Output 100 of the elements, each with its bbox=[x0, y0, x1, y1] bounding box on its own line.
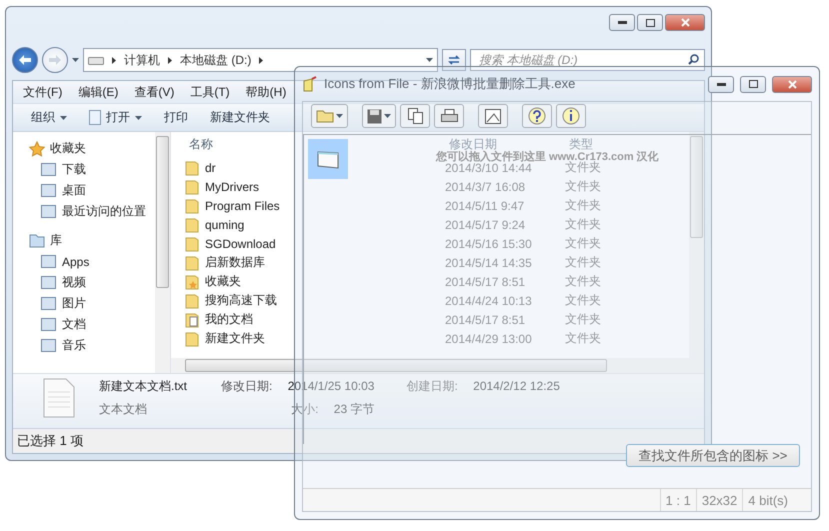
image-button[interactable] bbox=[478, 104, 508, 128]
info-icon bbox=[562, 107, 580, 125]
menu-item[interactable]: 文件(F) bbox=[17, 84, 68, 100]
minimize-button[interactable] bbox=[708, 76, 734, 92]
scrollbar[interactable] bbox=[155, 132, 170, 373]
printer-icon bbox=[440, 109, 458, 123]
nav-group[interactable]: 收藏夹 bbox=[29, 138, 86, 159]
item-icon bbox=[41, 184, 56, 197]
find-icons-button[interactable]: 查找文件所包含的图标 >> bbox=[626, 444, 800, 467]
item-icon bbox=[41, 205, 56, 218]
nav-item[interactable]: Apps bbox=[29, 251, 90, 272]
menu-item[interactable]: 查看(V) bbox=[128, 84, 180, 100]
forward-button[interactable] bbox=[42, 47, 68, 73]
file-name[interactable]: MyDrivers bbox=[185, 177, 259, 196]
file-name[interactable]: quming bbox=[185, 215, 244, 234]
maximize-icon bbox=[748, 80, 758, 88]
close-button[interactable] bbox=[665, 14, 705, 31]
toolbar-button[interactable]: 打印 bbox=[160, 107, 192, 128]
nav-group[interactable]: 库 bbox=[29, 230, 62, 251]
save-button[interactable] bbox=[362, 104, 396, 128]
nav-item[interactable]: 图片 bbox=[29, 293, 86, 314]
status-cell: 1 : 1 bbox=[660, 489, 696, 511]
window-title: Icons from File - 新浪微博批量删除工具.exe bbox=[324, 75, 576, 93]
caret-icon bbox=[426, 58, 433, 62]
scrollbar[interactable] bbox=[689, 132, 704, 358]
file-name[interactable]: Program Files bbox=[185, 196, 280, 215]
icon-tile[interactable] bbox=[308, 139, 348, 179]
type-cell-text: 文件夹 bbox=[565, 292, 601, 309]
item-icon bbox=[41, 163, 56, 176]
detail-field: 创建日期: 2014/2/12 12:25 bbox=[406, 378, 560, 395]
horizontal-scrollbar[interactable] bbox=[171, 358, 704, 373]
address-bar[interactable]: 计算机 本地磁盘 (D:) bbox=[83, 48, 438, 72]
file-name[interactable]: 启新数据库 bbox=[185, 253, 265, 272]
star-folder-icon bbox=[185, 274, 199, 290]
file-name[interactable]: 我的文档 bbox=[185, 310, 253, 329]
star-icon bbox=[29, 140, 45, 156]
right-arrow-icon bbox=[49, 55, 61, 65]
caret-icon bbox=[135, 116, 142, 120]
date-cell-text: 2014/5/17 8:51 bbox=[445, 274, 526, 290]
search-field[interactable]: 搜索 本地磁盘 (D:) bbox=[470, 49, 705, 71]
nav-item[interactable]: 桌面 bbox=[29, 180, 86, 201]
item-icon bbox=[41, 297, 56, 310]
help-icon bbox=[528, 107, 546, 125]
folder-icon bbox=[185, 216, 199, 232]
menu-item[interactable]: 帮助(H) bbox=[240, 84, 292, 100]
info-button[interactable] bbox=[556, 104, 586, 128]
menu-item[interactable]: 编辑(E) bbox=[72, 84, 124, 100]
file-name[interactable]: 新建文件夹 bbox=[185, 329, 265, 348]
toolbar-button[interactable]: 新建文件夹 bbox=[206, 107, 274, 128]
date-cell-text: 2014/3/7 16:08 bbox=[445, 178, 526, 196]
back-button[interactable] bbox=[12, 47, 38, 73]
caret-icon bbox=[60, 116, 67, 120]
item-icon bbox=[41, 339, 56, 352]
minimize-icon bbox=[716, 82, 726, 86]
menu-item[interactable]: 工具(T) bbox=[184, 84, 236, 100]
refresh-icon bbox=[447, 54, 461, 66]
maximize-button[interactable] bbox=[637, 14, 663, 31]
breadcrumb[interactable]: 本地磁盘 (D:) bbox=[180, 52, 252, 68]
folder-icon bbox=[185, 178, 199, 194]
nav-item[interactable]: 音乐 bbox=[29, 335, 86, 356]
type-cell-text: 文件夹 bbox=[565, 330, 601, 347]
print-button[interactable] bbox=[434, 104, 464, 128]
date-cell-text: 2014/4/24 10:13 bbox=[445, 292, 532, 310]
refresh-button[interactable] bbox=[442, 49, 466, 71]
help-button[interactable] bbox=[522, 104, 552, 128]
file-name: 新建文本文档.txt bbox=[99, 378, 188, 395]
breadcrumb[interactable]: 计算机 bbox=[124, 52, 160, 68]
type-cell-text: 文件夹 bbox=[565, 178, 601, 195]
search-icon bbox=[688, 54, 699, 65]
status-cell: 32x32 bbox=[696, 489, 742, 511]
maximize-button[interactable] bbox=[740, 76, 766, 92]
open-button[interactable] bbox=[311, 104, 348, 128]
type-cell-text: 文件夹 bbox=[565, 273, 601, 290]
close-icon bbox=[680, 18, 690, 27]
caret-icon bbox=[336, 114, 343, 118]
file-name[interactable]: SGDownload bbox=[185, 234, 276, 253]
copy-button[interactable] bbox=[400, 104, 430, 128]
file-type: 文本文档 bbox=[99, 401, 148, 418]
close-button[interactable] bbox=[772, 76, 812, 92]
nav-item[interactable]: 下载 bbox=[29, 159, 86, 180]
toolbar-button[interactable]: 组织 bbox=[27, 107, 71, 128]
nav-item[interactable]: 最近访问的位置 bbox=[29, 201, 146, 222]
maximize-icon bbox=[646, 18, 654, 26]
file-name[interactable]: 收藏夹 bbox=[185, 272, 241, 291]
folder-icon bbox=[185, 330, 199, 346]
nav-item[interactable]: 文档 bbox=[29, 314, 86, 335]
folder-icon bbox=[316, 109, 334, 123]
date-cell-text: 2014/5/17 8:51 bbox=[445, 312, 526, 328]
toolbar-button[interactable]: 打开 bbox=[85, 107, 146, 128]
column-header[interactable]: 名称 bbox=[185, 134, 213, 154]
minimize-button[interactable] bbox=[609, 14, 635, 31]
status-cell: 4 bit(s) bbox=[742, 489, 793, 511]
item-icon bbox=[41, 276, 56, 289]
file-name[interactable]: 搜狗高速下载 bbox=[185, 291, 277, 310]
caret-icon bbox=[384, 114, 391, 118]
file-name[interactable]: dr bbox=[185, 158, 216, 177]
type-cell-text: 文件夹 bbox=[565, 235, 601, 252]
drop-hint: 您可以拖入文件到这里 www.Cr173.com 汉化 bbox=[436, 151, 659, 163]
left-arrow-icon bbox=[19, 55, 31, 65]
nav-item[interactable]: 视频 bbox=[29, 272, 86, 293]
